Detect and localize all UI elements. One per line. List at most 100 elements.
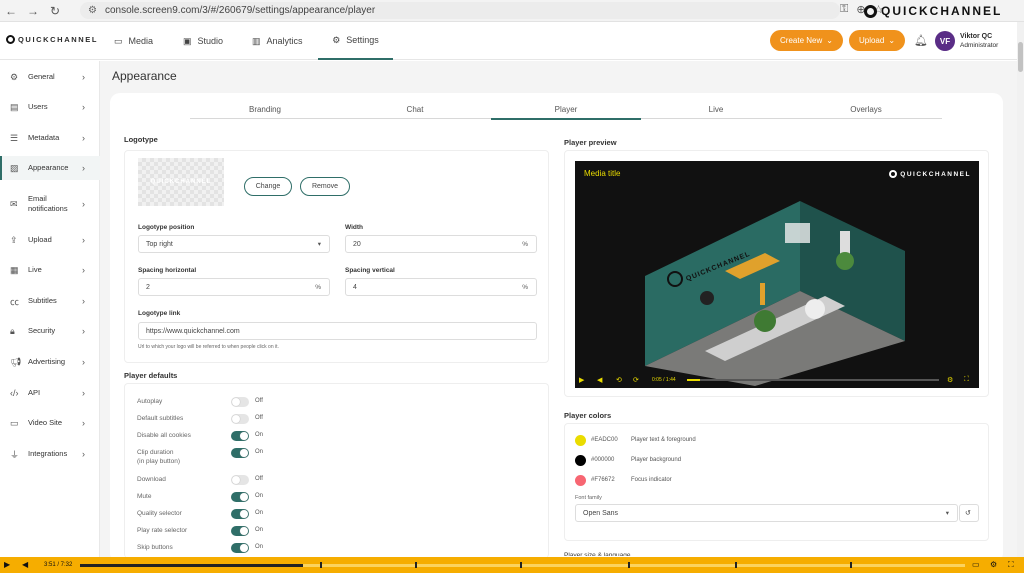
logotype-preview: QUICKCHANNEL (138, 158, 224, 206)
color-row[interactable]: #EADC00 Player text & foreground (575, 435, 875, 447)
brand-logo[interactable]: QUICKCHANNEL (6, 35, 98, 44)
scrollbar-thumb[interactable] (1018, 42, 1023, 72)
sidebar-item-advertising[interactable]: 📢︎ Advertising › (0, 352, 100, 372)
video-control-bar: ▶ ◀︎ 3:51 / 7:32 ▭ ⚙ ⛶ (0, 557, 1024, 573)
skip-buttons-toggle[interactable] (231, 543, 249, 553)
player-progress[interactable] (687, 379, 939, 381)
page-scrollbar[interactable] (1017, 22, 1024, 557)
tab-branding[interactable]: Branding (190, 105, 340, 114)
clip-duration-setting: Clip duration (in play button) On (137, 448, 264, 465)
back-icon[interactable]: ← (0, 4, 22, 18)
fullscreen-icon[interactable]: ⛶ (1008, 560, 1014, 570)
settings-gear-icon[interactable]: ⚙ (990, 560, 997, 569)
forward-icon[interactable]: → (22, 4, 44, 18)
color-row[interactable]: #F76672 Focus indicator (575, 475, 875, 487)
sidebar-item-api[interactable]: ‹/› API › (0, 383, 100, 403)
remove-logo-button[interactable]: Remove (300, 177, 350, 196)
reload-icon[interactable]: ↻ (44, 4, 66, 18)
play-rate-selector-toggle[interactable] (231, 526, 249, 536)
sidebar-item-video-site[interactable]: ▭ Video Site › (0, 413, 100, 433)
bell-icon[interactable]: 🔔︎ (914, 34, 928, 47)
tab-overlays[interactable]: Overlays (791, 105, 941, 114)
tab-analytics[interactable]: ▥ Analytics (252, 22, 303, 60)
sidebar-item-general[interactable]: ⚙ General › (0, 67, 100, 87)
sidebar-item-metadata[interactable]: ☰ Metadata › (0, 128, 100, 148)
captions-icon[interactable]: ▭ (972, 560, 980, 569)
spacing-horizontal-label: Spacing horizontal (138, 267, 197, 274)
play-icon[interactable]: ▶ (579, 376, 584, 384)
color-swatch[interactable] (575, 455, 586, 466)
reset-font-button[interactable]: ↺ (959, 504, 979, 522)
address-bar[interactable]: ⚙ console.screen9.com/3/#/260679/setting… (80, 2, 840, 19)
logotype-position-select[interactable]: Top right ▾ (138, 235, 330, 253)
autoplay-toggle[interactable] (231, 397, 249, 407)
clip-duration-toggle[interactable] (231, 448, 249, 458)
sidebar-item-subtitles[interactable]: ㏄ Subtitles › (0, 291, 100, 311)
tab-player[interactable]: Player (491, 105, 641, 120)
video-progress[interactable] (80, 564, 965, 567)
logotype-position-label: Logotype position (138, 224, 195, 231)
color-swatch[interactable] (575, 475, 586, 486)
volume-icon[interactable]: ◀︎ (22, 560, 28, 569)
color-row[interactable]: #000000 Player background (575, 455, 875, 467)
tab-chat[interactable]: Chat (340, 105, 490, 114)
mute-toggle[interactable] (231, 492, 249, 502)
tab-media[interactable]: ▭ Media (114, 22, 153, 60)
address-text: console.screen9.com/3/#/260679/settings/… (104, 5, 376, 16)
mail-icon: ✉ (10, 198, 18, 209)
user-info[interactable]: Viktor QC Administrator (960, 32, 998, 50)
browser-toolbar: ← → ↻ ⚙ console.screen9.com/3/#/260679/s… (0, 0, 1024, 22)
key-icon[interactable]: ⚿ (840, 3, 848, 16)
video-progress-fill (80, 564, 304, 567)
default-subtitles-toggle[interactable] (231, 414, 249, 424)
sidebar-item-appearance[interactable]: ▨ Appearance › (0, 156, 100, 180)
upload-button[interactable]: Upload ⌄ (849, 30, 905, 51)
player-progress-fill (687, 379, 700, 381)
chevron-right-icon: › (82, 418, 85, 428)
player-logo-icon (889, 170, 898, 178)
sidebar-item-users[interactable]: ▤ Users › (0, 97, 100, 117)
chevron-right-icon: › (82, 163, 85, 173)
spacing-horizontal-input[interactable]: 2% (138, 278, 330, 296)
sidebar-item-live[interactable]: ▦ Live › (0, 260, 100, 280)
width-label: Width (345, 224, 363, 231)
sidebar-item-email-notifications[interactable]: ✉ Email notifications › (0, 191, 100, 217)
player-controls: ▶ ◀︎ ⟲ ⟳ 0:05 / 1:44 ⚙ ⛶ (575, 372, 979, 388)
sidebar-item-upload[interactable]: ⇪ Upload › (0, 230, 100, 250)
rewind-icon[interactable]: ⟲ (616, 376, 622, 384)
tab-studio[interactable]: ▣ Studio (183, 22, 223, 60)
quality-selector-toggle[interactable] (231, 509, 249, 519)
font-family-select[interactable]: Open Sans ▾ (575, 504, 958, 522)
watermark: QUICKCHANNEL (864, 4, 1002, 18)
media-title: Media title (584, 169, 621, 178)
forward-skip-icon[interactable]: ⟳ (633, 376, 639, 384)
sidebar-item-integrations[interactable]: ⏚ Integrations › (0, 444, 100, 464)
fullscreen-icon[interactable]: ⛶ (964, 376, 969, 384)
create-new-button[interactable]: Create New ⌄ (770, 30, 843, 51)
change-logo-button[interactable]: Change (244, 177, 292, 196)
chevron-right-icon: › (82, 388, 85, 398)
tab-settings[interactable]: ⚙ Settings (318, 22, 393, 60)
sidebar-item-security[interactable]: 🔒︎ Security › (0, 321, 100, 341)
main-content: Appearance Branding Chat Player Live Ove… (100, 61, 1017, 563)
quality-selector-setting: Quality selector On (137, 509, 264, 519)
download-toggle[interactable] (231, 475, 249, 485)
reset-icon: ↺ (965, 510, 971, 517)
disable-cookies-toggle[interactable] (231, 431, 249, 441)
disable-cookies-setting: Disable all cookies On (137, 431, 264, 441)
video-player[interactable]: QUICKCHANNEL Media title QUICKCHANNEL ▶ … (575, 161, 979, 388)
top-navigation: QUICKCHANNEL ▭ Media ▣ Studio ▥ Analytics ⚙… (0, 22, 1024, 60)
width-input[interactable]: 20% (345, 235, 537, 253)
logotype-link-input[interactable]: https://www.quickchannel.com (138, 322, 537, 340)
site-info-icon[interactable]: ⚙ (88, 5, 97, 16)
settings-gear-icon[interactable]: ⚙ (947, 376, 953, 384)
play-icon[interactable]: ▶ (4, 560, 10, 569)
tab-live[interactable]: Live (641, 105, 791, 114)
color-swatch[interactable] (575, 435, 586, 446)
spacing-vertical-input[interactable]: 4% (345, 278, 537, 296)
player-time: 0:05 / 1:44 (652, 377, 676, 383)
volume-icon[interactable]: ◀︎ (597, 376, 602, 384)
chapter-marker (735, 562, 737, 568)
chapter-marker (628, 562, 630, 568)
avatar[interactable]: VF (935, 31, 955, 51)
